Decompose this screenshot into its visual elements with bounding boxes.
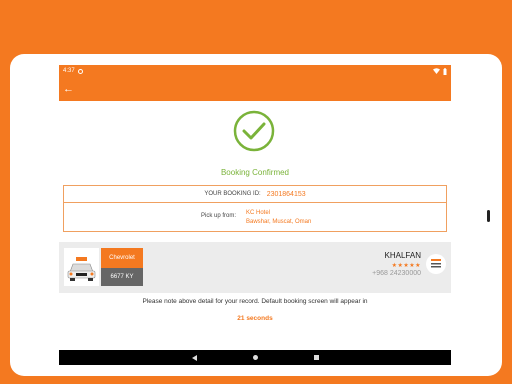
driver-rating-stars: ★★★★★	[391, 263, 421, 269]
booking-id-label: YOUR BOOKING ID:	[204, 191, 261, 197]
tablet-side-button	[487, 210, 490, 222]
taxi-car-icon	[64, 248, 99, 286]
company-logo	[426, 254, 446, 274]
booking-info-box: YOUR BOOKING ID: 2301864153 Pick up from…	[63, 185, 447, 232]
back-arrow-icon[interactable]: ←	[63, 83, 74, 95]
driver-phone[interactable]: +968 24230000	[372, 270, 421, 277]
app-bar: ←	[59, 77, 451, 101]
status-bar: 4:37	[59, 65, 451, 77]
booking-confirmed-title: Booking Confirmed	[220, 168, 290, 177]
car-model: Chevrolet	[101, 248, 143, 268]
pickup-row: Pick up from: KC Hotel Bawshar, Muscat, …	[64, 203, 446, 231]
booking-id-row: YOUR BOOKING ID: 2301864153	[64, 186, 446, 203]
system-nav-bar	[59, 350, 451, 365]
pickup-address: Bawshar, Muscat, Oman	[246, 219, 312, 225]
battery-icon	[443, 67, 447, 75]
nav-home-icon[interactable]	[252, 355, 258, 360]
pickup-label: Pick up from:	[201, 213, 237, 219]
pickup-location: KC Hotel Bawshar, Muscat, Oman	[246, 209, 311, 227]
driver-card: Chevrolet 6677 KY KHALFAN ★★★★★ +968 242…	[59, 242, 451, 293]
redirect-note: Please note above detail for your record…	[142, 298, 368, 305]
car-plate: 6677 KY	[101, 268, 143, 286]
notification-icon	[77, 68, 83, 74]
countdown-timer: 21 seconds	[237, 315, 273, 322]
check-circle-icon	[233, 110, 275, 152]
booking-id-value: 2301864153	[266, 190, 306, 198]
nav-back-icon[interactable]	[191, 354, 197, 361]
pickup-name: KC Hotel	[246, 210, 271, 216]
driver-name: KHALFAN	[384, 251, 421, 260]
nav-recents-icon[interactable]	[313, 355, 319, 360]
status-time: 4:37	[63, 68, 75, 74]
wifi-icon	[433, 68, 440, 74]
app-screen: 4:37 ← Booking Confirmed YOUR BOOKING ID…	[59, 65, 451, 365]
